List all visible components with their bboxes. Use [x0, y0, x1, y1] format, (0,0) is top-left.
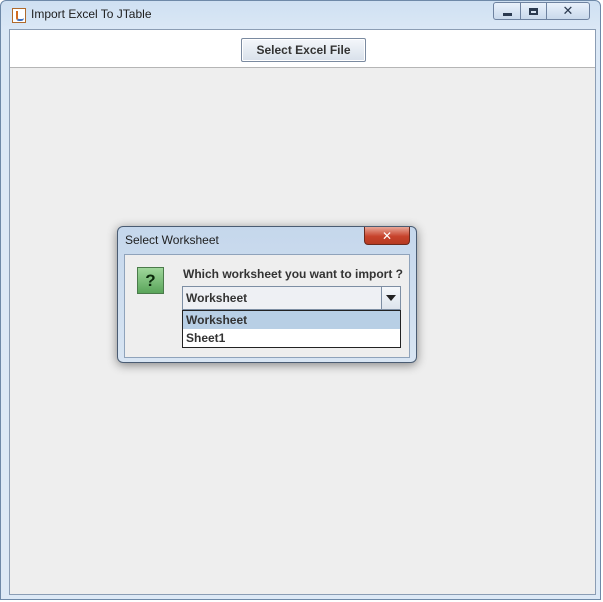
- close-icon: ✕: [381, 228, 393, 243]
- java-app-icon: [12, 8, 26, 23]
- worksheet-dropdown-list: Worksheet Sheet1: [182, 310, 401, 348]
- select-excel-file-button[interactable]: Select Excel File: [241, 38, 366, 62]
- worksheet-combobox[interactable]: Worksheet: [182, 286, 401, 310]
- title-bar[interactable]: Import Excel To JTable ✕: [1, 1, 600, 29]
- maximize-button[interactable]: [520, 2, 547, 20]
- select-worksheet-dialog: Select Worksheet ✕ ? Which worksheet you…: [117, 226, 417, 363]
- dialog-close-button[interactable]: ✕: [364, 227, 410, 245]
- close-button[interactable]: ✕: [546, 2, 590, 20]
- toolbar: Select Excel File: [10, 30, 595, 68]
- minimize-button[interactable]: [493, 2, 521, 20]
- dropdown-option-sheet1[interactable]: Sheet1: [183, 329, 400, 347]
- minimize-icon: [502, 12, 512, 16]
- dialog-prompt: Which worksheet you want to import ?: [183, 267, 404, 281]
- combobox-arrow-button[interactable]: [381, 287, 400, 309]
- question-icon: ?: [137, 267, 164, 294]
- combobox-value: Worksheet: [186, 291, 248, 305]
- window-title: Import Excel To JTable: [31, 7, 152, 21]
- dropdown-option-worksheet[interactable]: Worksheet: [183, 311, 400, 329]
- close-icon: ✕: [562, 3, 574, 19]
- chevron-down-icon: [386, 295, 396, 301]
- dialog-title: Select Worksheet: [125, 233, 219, 247]
- dialog-body: ? Which worksheet you want to import ? W…: [124, 254, 410, 358]
- maximize-icon: [529, 7, 538, 15]
